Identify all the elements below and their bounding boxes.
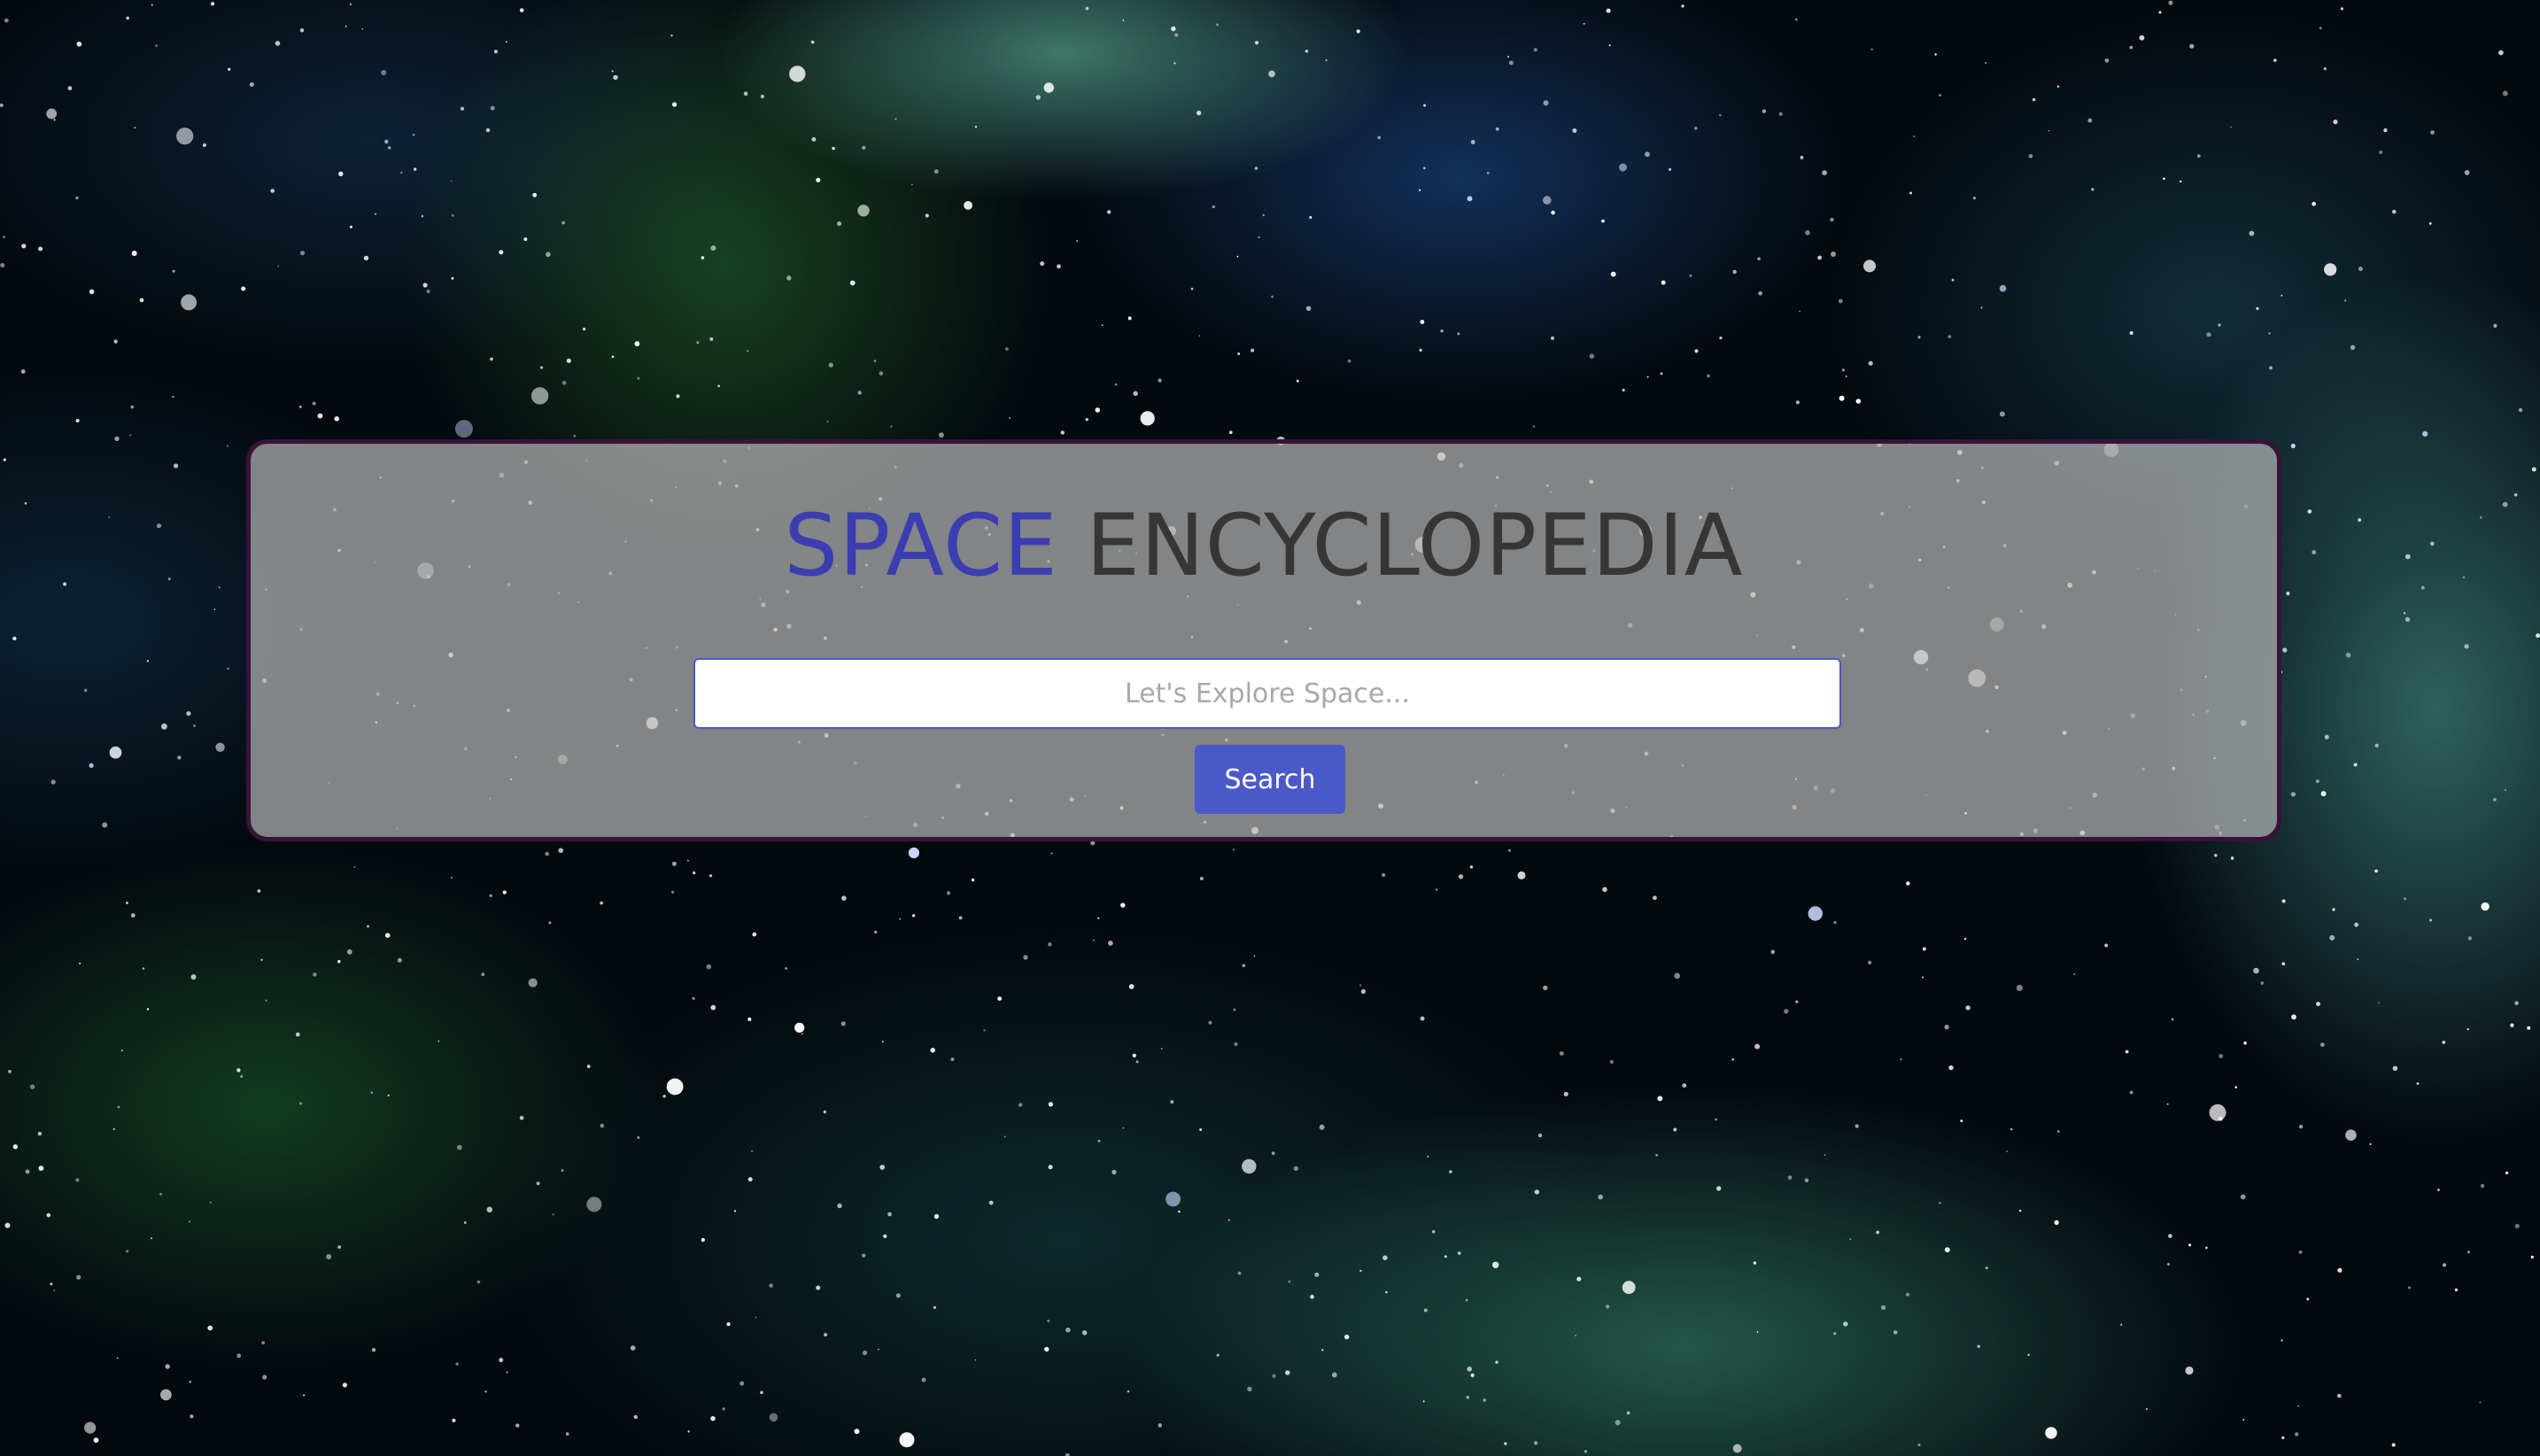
page-title: SPACE ENCYCLOPEDIA xyxy=(251,497,2277,594)
title-accent-word: SPACE xyxy=(784,496,1058,595)
search-button[interactable]: Search xyxy=(1195,745,1345,814)
search-panel: SPACE ENCYCLOPEDIA Search xyxy=(246,439,2281,841)
title-main-word: ENCYCLOPEDIA xyxy=(1086,496,1744,595)
page: { "header": { "title_part1": "SPACE", "t… xyxy=(0,0,2540,1456)
search-input[interactable] xyxy=(693,658,1841,729)
